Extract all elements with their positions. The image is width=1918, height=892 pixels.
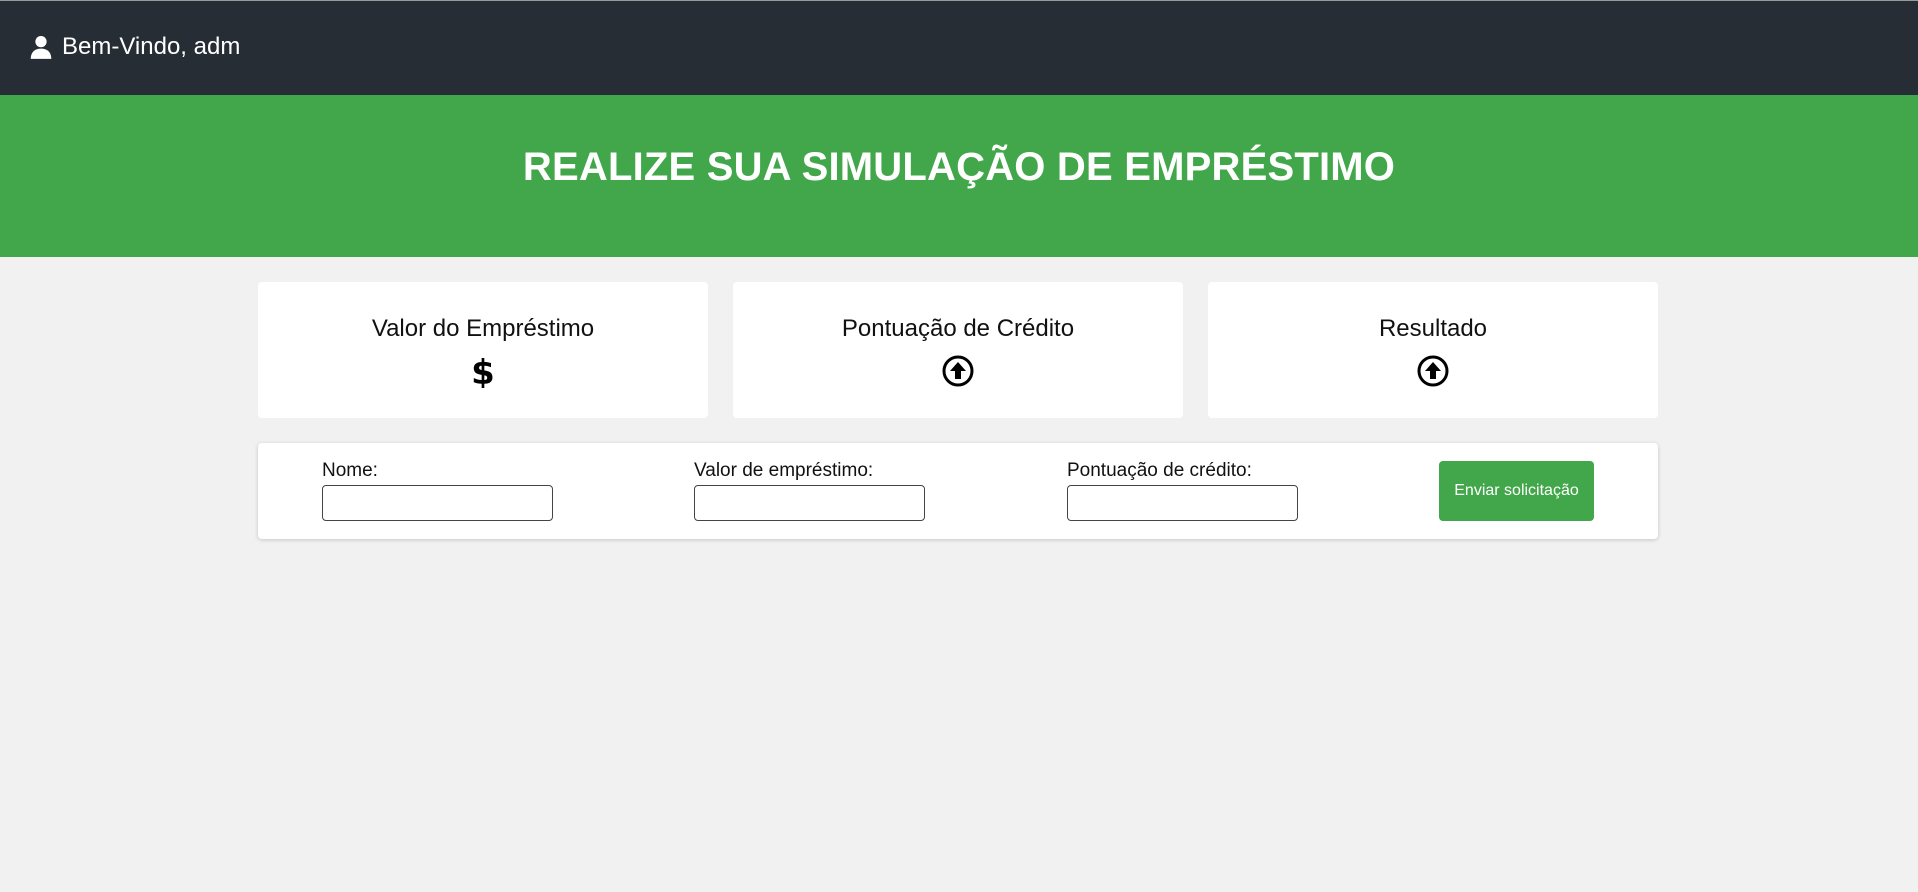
loan-value-label: Valor de empréstimo: xyxy=(694,460,874,481)
card-title: Pontuação de Crédito xyxy=(841,315,1075,342)
svg-text:$: $ xyxy=(471,354,495,388)
dollar-icon: $ xyxy=(466,353,500,393)
welcome-text: Bem-Vindo, adm xyxy=(62,33,241,60)
card-credit-score: Pontuação de Crédito xyxy=(733,282,1183,418)
welcome-message: Bem-Vindo, adm xyxy=(28,33,240,61)
loan-value-input[interactable] xyxy=(694,485,925,521)
credit-score-input[interactable] xyxy=(1067,485,1298,521)
loan-request-form: Nome: Valor de empréstimo: Pontuação de … xyxy=(258,443,1658,539)
submit-request-button[interactable]: Enviar solicitação xyxy=(1439,461,1594,521)
page-title: REALIZE SUA SIMULAÇÃO DE EMPRÉSTIMO xyxy=(522,145,1396,189)
credit-score-field-group: Pontuação de crédito: xyxy=(1067,460,1298,521)
arrow-circle-up-icon xyxy=(1416,354,1450,388)
card-title: Valor do Empréstimo xyxy=(371,315,595,342)
loan-value-field-group: Valor de empréstimo: xyxy=(694,460,925,521)
hero-banner: REALIZE SUA SIMULAÇÃO DE EMPRÉSTIMO xyxy=(0,95,1918,257)
arrow-circle-up-icon xyxy=(941,354,975,388)
card-title: Resultado xyxy=(1378,315,1488,342)
user-icon xyxy=(28,34,54,60)
name-input[interactable] xyxy=(322,485,553,521)
card-loan-value: Valor do Empréstimo $ xyxy=(258,282,708,418)
top-navbar: Bem-Vindo, adm xyxy=(0,0,1918,95)
credit-score-label: Pontuação de crédito: xyxy=(1067,460,1252,481)
name-label: Nome: xyxy=(322,460,378,481)
name-field-group: Nome: xyxy=(322,460,553,521)
card-result: Resultado xyxy=(1208,282,1658,418)
